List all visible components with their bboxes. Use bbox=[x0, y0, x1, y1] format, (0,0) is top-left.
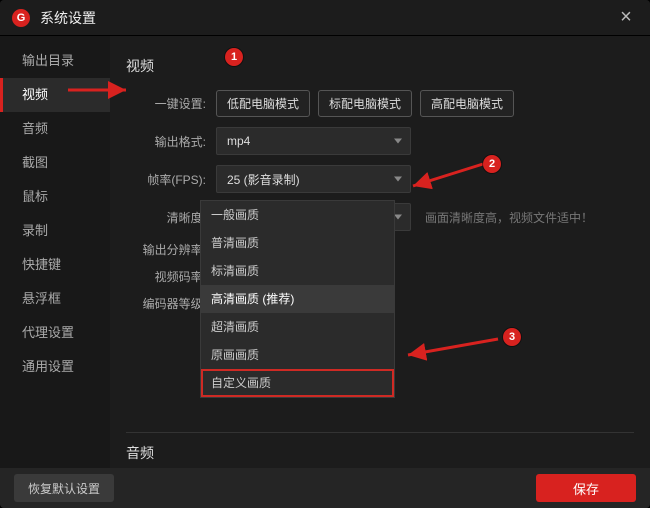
row-output-format: 输出格式: mp4 bbox=[126, 127, 634, 155]
clarity-hint: 画面清晰度高，视频文件适中！ bbox=[425, 209, 593, 226]
footer: 恢复默认设置 保存 bbox=[0, 468, 650, 508]
sidebar-item-video[interactable]: 视频 bbox=[0, 78, 110, 112]
app-logo: G bbox=[12, 9, 30, 27]
clarity-option-selected[interactable]: 高清画质 (推荐) bbox=[201, 285, 394, 313]
sidebar-item-general[interactable]: 通用设置 bbox=[0, 350, 110, 384]
clarity-option[interactable]: 一般画质 bbox=[201, 201, 394, 229]
annotation-badge-3: 3 bbox=[503, 328, 521, 346]
annotation-badge-2: 2 bbox=[483, 155, 501, 173]
output-format-select[interactable]: mp4 bbox=[216, 127, 411, 155]
output-format-label: 输出格式: bbox=[126, 133, 206, 150]
fps-label: 帧率(FPS): bbox=[126, 171, 206, 188]
sidebar: 输出目录 视频 音频 截图 鼠标 录制 快捷键 悬浮框 代理设置 通用设置 bbox=[0, 36, 110, 468]
sidebar-item-screenshot[interactable]: 截图 bbox=[0, 146, 110, 180]
content-pane: 视频 一键设置: 低配电脑模式 标配电脑模式 高配电脑模式 输出格式: mp4 … bbox=[110, 36, 650, 468]
quick-preset-label: 一键设置: bbox=[126, 95, 206, 112]
window-title: 系统设置 bbox=[40, 8, 614, 28]
sidebar-item-hotkey[interactable]: 快捷键 bbox=[0, 248, 110, 282]
clarity-option[interactable]: 原画画质 bbox=[201, 341, 394, 369]
clarity-option[interactable]: 普清画质 bbox=[201, 229, 394, 257]
video-section-title: 视频 bbox=[126, 56, 634, 76]
chevron-down-icon bbox=[394, 139, 402, 144]
clarity-option-custom[interactable]: 自定义画质 bbox=[201, 369, 394, 397]
sidebar-item-proxy[interactable]: 代理设置 bbox=[0, 316, 110, 350]
encoder-label: 编码器等级: bbox=[126, 295, 206, 312]
reset-defaults-button[interactable]: 恢复默认设置 bbox=[14, 474, 114, 502]
preset-low-button[interactable]: 低配电脑模式 bbox=[216, 90, 310, 117]
fps-select[interactable]: 25 (影音录制) bbox=[216, 165, 411, 193]
close-icon[interactable]: × bbox=[614, 6, 638, 29]
clarity-option[interactable]: 超清画质 bbox=[201, 313, 394, 341]
body: 输出目录 视频 音频 截图 鼠标 录制 快捷键 悬浮框 代理设置 通用设置 视频… bbox=[0, 36, 650, 468]
sidebar-item-mouse[interactable]: 鼠标 bbox=[0, 180, 110, 214]
bitrate-label: 视频码率: bbox=[126, 268, 206, 285]
annotation-badge-1: 1 bbox=[225, 48, 243, 66]
quick-preset-group: 低配电脑模式 标配电脑模式 高配电脑模式 bbox=[216, 90, 514, 117]
chevron-down-icon bbox=[394, 177, 402, 182]
preset-mid-button[interactable]: 标配电脑模式 bbox=[318, 90, 412, 117]
preset-high-button[interactable]: 高配电脑模式 bbox=[420, 90, 514, 117]
fps-value: 25 (影音录制) bbox=[227, 171, 300, 188]
row-fps: 帧率(FPS): 25 (影音录制) bbox=[126, 165, 634, 193]
sidebar-item-record[interactable]: 录制 bbox=[0, 214, 110, 248]
clarity-dropdown[interactable]: 一般画质 普清画质 标清画质 高清画质 (推荐) 超清画质 原画画质 自定义画质 bbox=[200, 200, 395, 398]
chevron-down-icon bbox=[394, 215, 402, 220]
sidebar-item-output-dir[interactable]: 输出目录 bbox=[0, 44, 110, 78]
output-format-value: mp4 bbox=[227, 134, 250, 148]
settings-window: G 系统设置 × 输出目录 视频 音频 截图 鼠标 录制 快捷键 悬浮框 代理设… bbox=[0, 0, 650, 508]
sidebar-item-audio[interactable]: 音频 bbox=[0, 112, 110, 146]
section-divider bbox=[126, 432, 634, 433]
audio-section-title: 音频 bbox=[126, 443, 634, 463]
clarity-label: 清晰度: bbox=[126, 209, 206, 226]
clarity-option[interactable]: 标清画质 bbox=[201, 257, 394, 285]
titlebar: G 系统设置 × bbox=[0, 0, 650, 36]
sidebar-item-overlay[interactable]: 悬浮框 bbox=[0, 282, 110, 316]
save-button[interactable]: 保存 bbox=[536, 474, 636, 502]
row-quick-preset: 一键设置: 低配电脑模式 标配电脑模式 高配电脑模式 bbox=[126, 90, 634, 117]
resolution-label: 输出分辨率: bbox=[126, 241, 206, 258]
